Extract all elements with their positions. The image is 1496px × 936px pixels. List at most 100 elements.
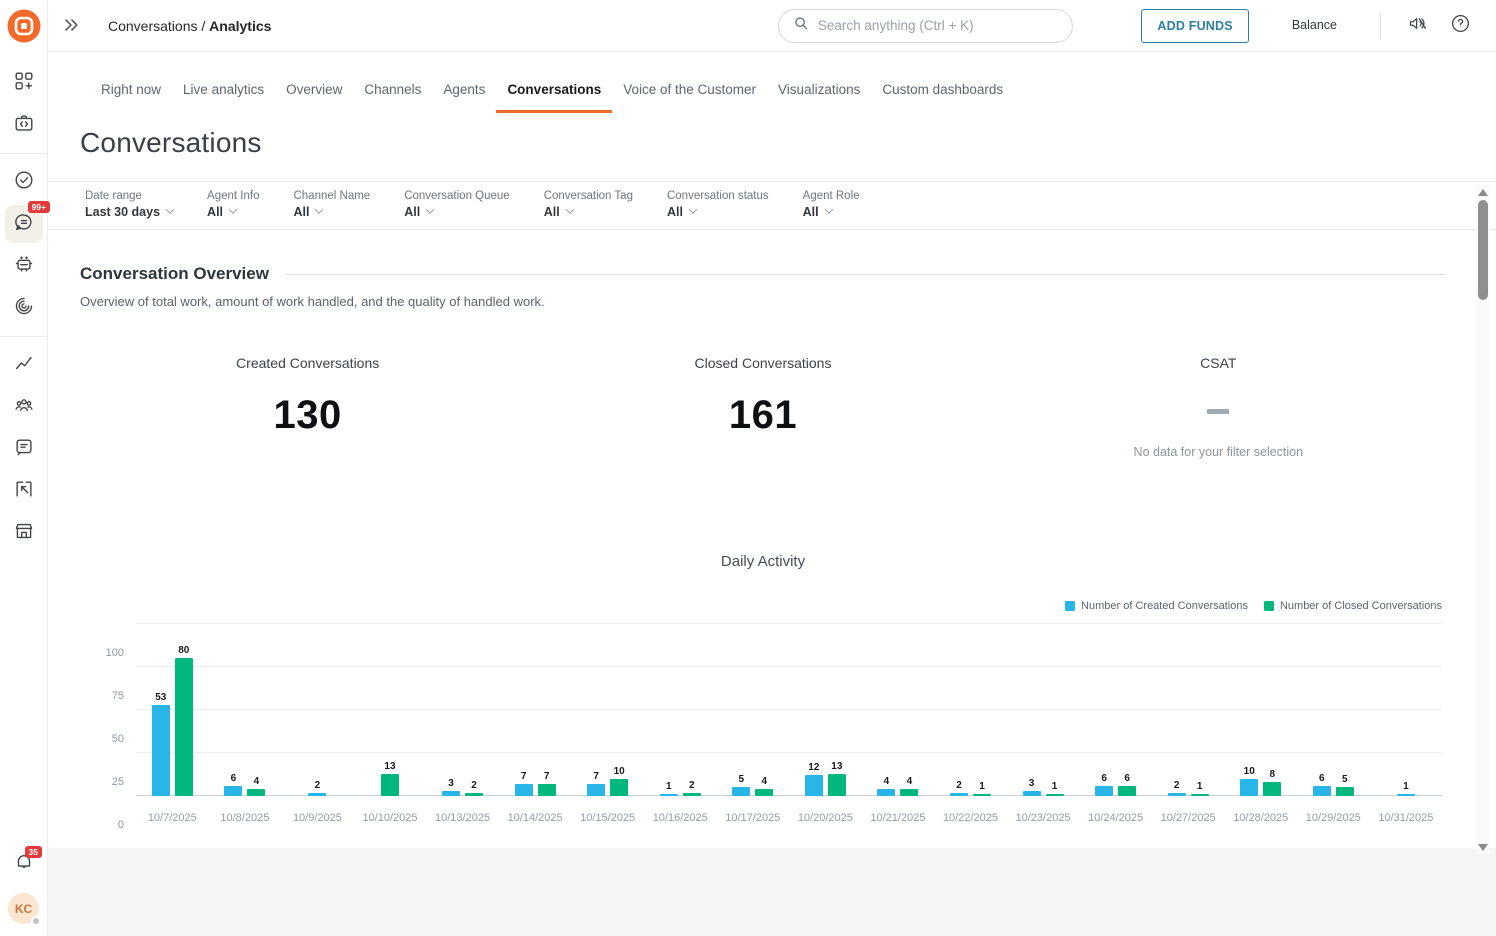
metric-label: Closed Conversations bbox=[535, 355, 990, 371]
bar-number-of-closed-conversations-10-8-2025[interactable]: 4 bbox=[247, 776, 265, 796]
legend-item-number-of-closed-conversations[interactable]: Number of Closed Conversations bbox=[1264, 600, 1442, 612]
bar-value-label: 80 bbox=[178, 645, 189, 656]
bar-number-of-created-conversations-10-29-2025[interactable]: 6 bbox=[1313, 773, 1331, 796]
bar-number-of-created-conversations-10-9-2025[interactable]: 2 bbox=[308, 780, 326, 796]
bar-number-of-created-conversations-10-20-2025[interactable]: 12 bbox=[805, 762, 823, 796]
bar-number-of-closed-conversations-10-16-2025[interactable]: 2 bbox=[683, 780, 701, 796]
bar-number-of-created-conversations-10-13-2025[interactable]: 3 bbox=[442, 778, 460, 796]
metric-label: CSAT bbox=[991, 355, 1446, 371]
section-rule bbox=[285, 274, 1446, 275]
bar-number-of-closed-conversations-10-20-2025[interactable]: 13 bbox=[828, 761, 846, 796]
filter-value: Last 30 days bbox=[85, 205, 160, 219]
tab-conversations[interactable]: Conversations bbox=[496, 76, 612, 113]
help-button[interactable] bbox=[1448, 14, 1472, 38]
bar-rect bbox=[660, 794, 678, 796]
tab-right-now[interactable]: Right now bbox=[90, 76, 172, 113]
bar-number-of-created-conversations-10-22-2025[interactable]: 2 bbox=[950, 780, 968, 796]
apps-icon bbox=[13, 70, 35, 97]
sidebar-item-goals[interactable] bbox=[5, 163, 43, 201]
mute-button[interactable] bbox=[1405, 14, 1429, 38]
chevron-down-icon bbox=[315, 205, 323, 213]
bar-number-of-created-conversations-10-17-2025[interactable]: 5 bbox=[732, 774, 750, 796]
scroll-down-arrow[interactable] bbox=[1478, 844, 1488, 851]
bar-value-label: 3 bbox=[448, 778, 454, 789]
bar-number-of-closed-conversations-10-21-2025[interactable]: 4 bbox=[900, 776, 918, 796]
chevron-down-icon bbox=[689, 205, 697, 213]
bar-number-of-closed-conversations-10-28-2025[interactable]: 8 bbox=[1263, 769, 1281, 796]
scroll-up-arrow[interactable] bbox=[1478, 189, 1488, 196]
sidebar-item-exit-link[interactable] bbox=[5, 472, 43, 510]
bar-group-10-13-2025: 32 bbox=[426, 624, 499, 796]
user-avatar[interactable]: KC bbox=[8, 893, 39, 924]
bar-number-of-closed-conversations-10-17-2025[interactable]: 4 bbox=[755, 776, 773, 796]
bar-value-label: 3 bbox=[1029, 778, 1035, 789]
bar-number-of-created-conversations-10-8-2025[interactable]: 6 bbox=[224, 773, 242, 796]
scrollbar-thumb[interactable] bbox=[1478, 200, 1488, 300]
bar-value-label: 10 bbox=[1244, 766, 1255, 777]
balance-label: Balance bbox=[1292, 18, 1337, 32]
sidebar-item-inbox[interactable]: 99+ bbox=[5, 205, 43, 243]
sidebar-item-flows[interactable] bbox=[5, 289, 43, 327]
tab-channels[interactable]: Channels bbox=[353, 76, 432, 113]
bar-value-label: 6 bbox=[1101, 773, 1107, 784]
bar-rect bbox=[1095, 786, 1113, 796]
bar-number-of-created-conversations-10-14-2025[interactable]: 7 bbox=[515, 771, 533, 796]
bar-number-of-closed-conversations-10-23-2025[interactable]: 1 bbox=[1046, 781, 1064, 796]
expand-sidebar-button[interactable] bbox=[62, 16, 82, 36]
bar-number-of-created-conversations-10-23-2025[interactable]: 3 bbox=[1023, 778, 1041, 796]
bar-number-of-created-conversations-10-21-2025[interactable]: 4 bbox=[877, 776, 895, 796]
sidebar-item-contacts[interactable] bbox=[5, 388, 43, 426]
bar-number-of-created-conversations-10-31-2025[interactable]: 1 bbox=[1397, 781, 1415, 796]
bar-rect bbox=[828, 774, 846, 796]
tab-agents[interactable]: Agents bbox=[432, 76, 496, 113]
vertical-scrollbar[interactable] bbox=[1476, 186, 1490, 854]
x-tick-10-13-2025: 10/13/2025 bbox=[426, 805, 499, 824]
filter-agent-role[interactable]: Agent RoleAll bbox=[803, 190, 860, 219]
bar-number-of-closed-conversations-10-29-2025[interactable]: 5 bbox=[1336, 774, 1354, 796]
tab-overview[interactable]: Overview bbox=[275, 76, 353, 113]
bar-number-of-closed-conversations-10-24-2025[interactable]: 6 bbox=[1118, 773, 1136, 796]
bar-number-of-created-conversations-10-28-2025[interactable]: 10 bbox=[1240, 766, 1258, 796]
sidebar-item-storefront[interactable] bbox=[5, 514, 43, 552]
sidebar-item-developer[interactable] bbox=[5, 106, 43, 144]
notifications-button[interactable]: 35 bbox=[13, 850, 35, 877]
tab-custom-dashboards[interactable]: Custom dashboards bbox=[871, 76, 1014, 113]
bar-group-10-24-2025: 66 bbox=[1079, 624, 1152, 796]
tab-voice-of-the-customer[interactable]: Voice of the Customer bbox=[612, 76, 767, 113]
exit-link-icon bbox=[13, 478, 35, 505]
legend-item-number-of-created-conversations[interactable]: Number of Created Conversations bbox=[1065, 600, 1248, 612]
filter-value: All bbox=[544, 205, 560, 219]
bar-number-of-closed-conversations-10-27-2025[interactable]: 1 bbox=[1191, 781, 1209, 796]
bar-number-of-closed-conversations-10-22-2025[interactable]: 1 bbox=[973, 781, 991, 796]
bar-number-of-closed-conversations-10-15-2025[interactable]: 10 bbox=[610, 766, 628, 796]
bar-number-of-closed-conversations-10-10-2025[interactable]: 13 bbox=[381, 761, 399, 796]
brand-logo-icon[interactable] bbox=[6, 8, 42, 44]
tab-visualizations[interactable]: Visualizations bbox=[767, 76, 871, 113]
add-funds-button[interactable]: ADD FUNDS bbox=[1141, 9, 1248, 43]
bar-number-of-created-conversations-10-24-2025[interactable]: 6 bbox=[1095, 773, 1113, 796]
notification-badge: 35 bbox=[25, 846, 41, 858]
filter-channel-name[interactable]: Channel NameAll bbox=[293, 190, 370, 219]
sidebar-item-analytics[interactable] bbox=[5, 346, 43, 384]
bar-number-of-created-conversations-10-16-2025[interactable]: 1 bbox=[660, 781, 678, 796]
tab-live-analytics[interactable]: Live analytics bbox=[172, 76, 275, 113]
sidebar-item-knowledge-base[interactable] bbox=[5, 430, 43, 468]
bar-number-of-created-conversations-10-27-2025[interactable]: 2 bbox=[1168, 780, 1186, 796]
filter-agent-info[interactable]: Agent InfoAll bbox=[207, 190, 259, 219]
bar-number-of-closed-conversations-10-13-2025[interactable]: 2 bbox=[465, 780, 483, 796]
bar-number-of-closed-conversations-10-7-2025[interactable]: 80 bbox=[175, 645, 193, 796]
filter-value: All bbox=[803, 205, 819, 219]
filter-conversation-status[interactable]: Conversation statusAll bbox=[667, 190, 769, 219]
bar-number-of-created-conversations-10-7-2025[interactable]: 53 bbox=[152, 692, 170, 796]
filter-conversation-queue[interactable]: Conversation QueueAll bbox=[404, 190, 509, 219]
bar-number-of-created-conversations-10-15-2025[interactable]: 7 bbox=[587, 771, 605, 796]
filter-conversation-tag[interactable]: Conversation TagAll bbox=[544, 190, 633, 219]
search-input[interactable] bbox=[818, 18, 1058, 33]
bar-number-of-closed-conversations-10-14-2025[interactable]: 7 bbox=[538, 771, 556, 796]
global-search[interactable] bbox=[778, 9, 1073, 43]
filter-date-range[interactable]: Date rangeLast 30 days bbox=[85, 190, 173, 219]
sidebar-item-apps[interactable] bbox=[5, 64, 43, 102]
bar-group-10-21-2025: 44 bbox=[862, 624, 935, 796]
sidebar-item-bots[interactable] bbox=[5, 247, 43, 285]
breadcrumb-section[interactable]: Conversations bbox=[108, 18, 198, 34]
